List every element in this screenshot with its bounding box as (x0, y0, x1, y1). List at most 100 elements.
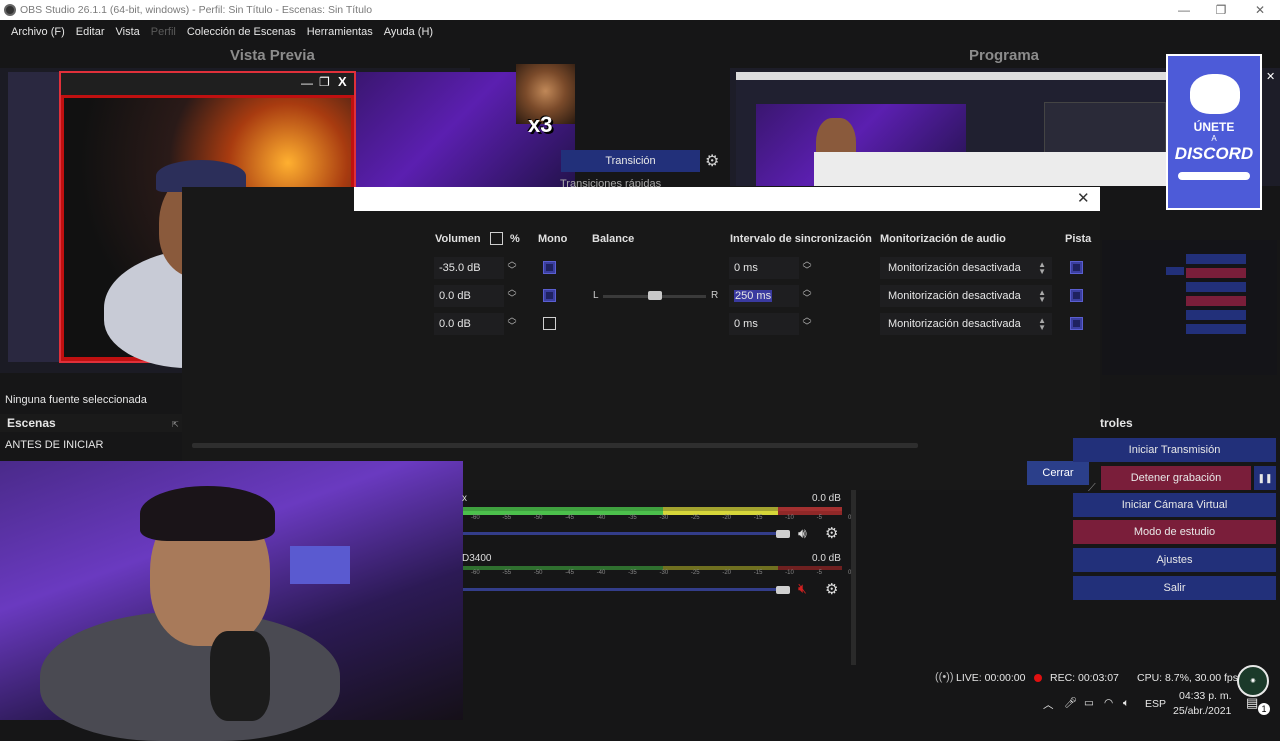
menu-herramientas[interactable]: Herramientas (307, 26, 373, 38)
monitoring-select[interactable]: Monitorización desactivada ▲ ▼ (880, 257, 1052, 279)
sync-offset-spinner[interactable]: ︿ ﹀ (801, 285, 813, 307)
monitoring-value: Monitorización desactivada (888, 290, 1021, 302)
mono-checkbox[interactable] (543, 289, 556, 302)
close-icon[interactable]: ✕ (1252, 2, 1268, 18)
menu-editar[interactable]: Editar (76, 26, 105, 38)
track-checkbox[interactable] (1070, 317, 1083, 330)
db-scale-tick: -25 (690, 570, 700, 576)
minimize-icon[interactable]: — (1176, 2, 1192, 18)
speaker-muted-icon[interactable]: 🔇︎ (798, 580, 807, 597)
gear-icon[interactable]: ⚙ (825, 580, 838, 598)
notification-count-badge: 1 (1258, 703, 1270, 715)
menu-ayuda[interactable]: Ayuda (H) (384, 26, 433, 38)
volume-spinner[interactable]: ︿ ﹀ (506, 313, 518, 335)
menu-archivo[interactable]: Archivo (F) (11, 26, 65, 38)
preview-title: Vista Previa (230, 47, 315, 64)
sync-offset-input[interactable]: 0 ms (729, 313, 799, 335)
header-monitor: Monitorización de audio (880, 233, 1006, 245)
discord-mascot-icon (1190, 74, 1240, 114)
db-scale-tick: -40 (596, 515, 606, 521)
balance-right-label: R (711, 290, 719, 301)
db-scale-tick: -5 (816, 515, 822, 521)
discord-a-text: A (1211, 134, 1217, 143)
discord-banner: ÚNETE A DISCORD (1166, 54, 1262, 210)
volume-input[interactable]: 0.0 dB (434, 285, 504, 307)
volume-fader[interactable] (463, 588, 788, 591)
minimize-icon[interactable]: — (301, 76, 313, 90)
menu-perfil[interactable]: Perfil (151, 26, 176, 38)
resize-grip-icon[interactable]: ⟋ (1088, 482, 1096, 495)
window-title: OBS Studio 26.1.1 (64-bit, windows) - Pe… (20, 4, 373, 16)
scenes-title: Escenas (7, 416, 56, 430)
balance-slider-handle[interactable] (647, 291, 662, 300)
battery-icon[interactable]: ▭ (1084, 697, 1094, 709)
mono-checkbox[interactable] (543, 317, 556, 330)
sync-offset-input[interactable]: 0 ms (729, 257, 799, 279)
db-scale-tick: -50 (533, 515, 543, 521)
db-scale-tick: -45 (565, 570, 574, 576)
preview-scene-left (8, 72, 60, 362)
volume-fader-handle[interactable] (776, 530, 790, 538)
settings-button[interactable]: Ajustes (1073, 548, 1276, 572)
db-scale-tick: -5 (816, 570, 822, 576)
db-scale-tick: -35 (628, 515, 637, 521)
sync-offset-spinner[interactable]: ︿ ﹀ (801, 313, 813, 335)
volume-fader[interactable] (463, 532, 788, 535)
transition-button[interactable]: Transición (561, 150, 700, 172)
db-scale-tick: -30 (659, 515, 669, 521)
mixer-track-level: 0.0 dB (812, 553, 841, 564)
dock-float-icon[interactable]: ⇱ (172, 420, 179, 429)
close-button[interactable]: Cerrar (1027, 461, 1089, 485)
language-indicator[interactable]: ESP (1145, 698, 1166, 710)
db-scale-tick: -20 (722, 570, 731, 576)
gear-icon[interactable]: ⚙ (705, 151, 719, 171)
volume-input[interactable]: 0.0 dB (434, 313, 504, 335)
db-scale-tick: -50 (533, 570, 543, 576)
balance-left-label: L (593, 290, 599, 301)
sync-offset-input[interactable]: 250 ms (729, 285, 799, 307)
close-icon[interactable]: ✕ (1266, 70, 1280, 84)
start-virtual-camera-button[interactable]: Iniciar Cámara Virtual (1073, 493, 1276, 517)
menu-coleccion[interactable]: Colección de Escenas (187, 26, 296, 38)
db-scale-tick: -40 (596, 570, 606, 576)
track-checkbox[interactable] (1070, 289, 1083, 302)
obs-logo-icon (4, 4, 16, 16)
percent-checkbox[interactable] (490, 232, 503, 245)
chevron-up-icon[interactable]: ︿ (1043, 697, 1054, 712)
streamer-webcam-image (0, 461, 463, 741)
monitoring-select[interactable]: Monitorización desactivada ▲ ▼ (880, 313, 1052, 335)
clock-date[interactable]: 25/abr./2021 (1173, 705, 1231, 717)
mono-checkbox[interactable] (543, 261, 556, 274)
volume-fader-handle[interactable] (776, 586, 790, 594)
exit-button[interactable]: Salir (1073, 576, 1276, 600)
stop-recording-button[interactable]: Detener grabación (1101, 466, 1251, 490)
scene-list-item[interactable]: ANTES DE INICIAR (5, 439, 103, 451)
volume-input[interactable]: -35.0 dB (434, 257, 504, 279)
volume-spinner[interactable]: ︿ ﹀ (506, 285, 518, 307)
track-checkbox[interactable] (1070, 261, 1083, 274)
microphone-icon[interactable]: 🎤︎ (1064, 696, 1077, 709)
restore-icon[interactable]: ❐ (1213, 2, 1229, 18)
sync-offset-spinner[interactable]: ︿ ﹀ (801, 257, 813, 279)
cpu-fps: CPU: 8.7%, 30.00 fps (1137, 672, 1238, 684)
monitoring-select[interactable]: Monitorización desactivada ▲ ▼ (880, 285, 1052, 307)
speaker-icon[interactable]: 🔊︎ (798, 525, 807, 542)
close-icon[interactable]: X (338, 74, 347, 89)
pause-recording-button[interactable]: ❚❚ (1254, 466, 1276, 490)
studio-mode-button[interactable]: Modo de estudio (1073, 520, 1276, 544)
controls-title: troles (1100, 416, 1133, 430)
wifi-icon[interactable]: ◠ (1104, 697, 1113, 709)
menu-vista[interactable]: Vista (116, 26, 140, 38)
chevron-updown-icon: ▲ ▼ (1038, 260, 1046, 276)
monitoring-value: Monitorización desactivada (888, 318, 1021, 330)
live-timer: LIVE: 00:00:00 (956, 672, 1026, 684)
restore-icon[interactable]: ❐ (319, 75, 330, 89)
volume-icon[interactable]: 🔈︎ (1123, 697, 1129, 710)
vertical-scrollbar[interactable] (851, 490, 856, 665)
volume-spinner[interactable]: ︿ ﹀ (506, 257, 518, 279)
start-streaming-button[interactable]: Iniciar Transmisión (1073, 438, 1276, 462)
horizontal-scrollbar[interactable] (192, 443, 918, 448)
close-icon[interactable]: ✕ (1077, 189, 1090, 207)
clock-time[interactable]: 04:33 p. m. (1179, 690, 1232, 702)
gear-icon[interactable]: ⚙ (825, 524, 838, 542)
